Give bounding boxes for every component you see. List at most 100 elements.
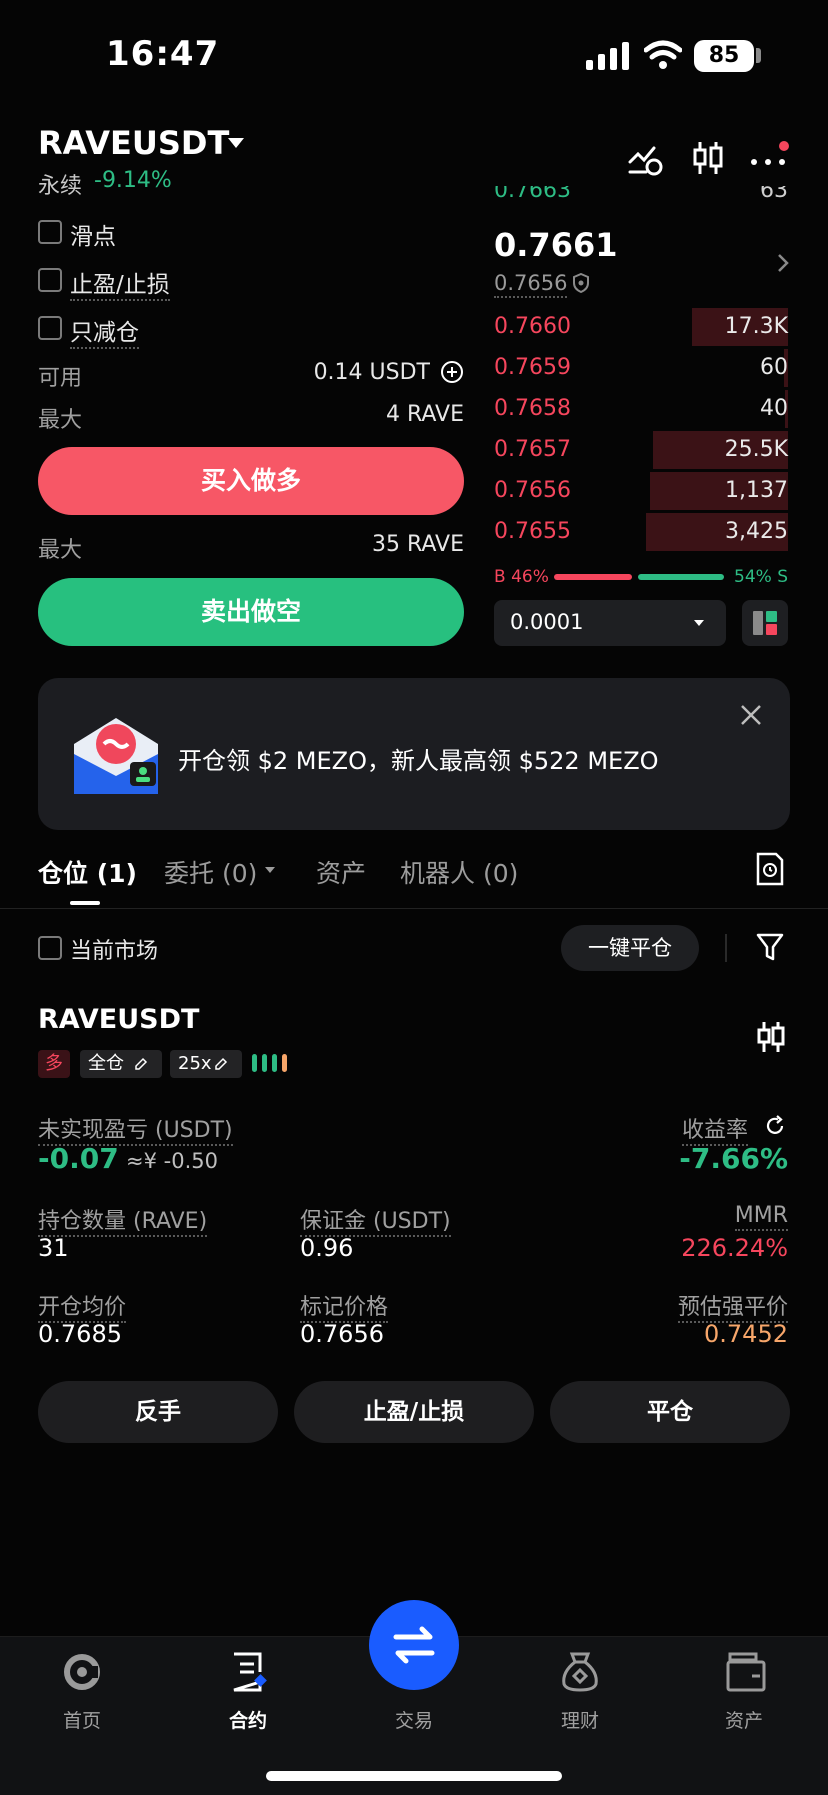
- mark-label: 标记价格: [300, 1289, 389, 1323]
- ask-qty: 1,137: [725, 478, 788, 503]
- layout-icon: [753, 611, 777, 635]
- refresh-icon[interactable]: [764, 1115, 786, 1137]
- tpsl-label-text: 止盈/止损: [70, 272, 170, 301]
- mmr-label: MMR: [734, 1203, 788, 1231]
- tab-orders[interactable]: 委托 (0): [164, 854, 257, 890]
- more-icon[interactable]: [750, 140, 794, 176]
- buy-long-button[interactable]: 买入做多: [38, 447, 464, 515]
- size-label-text: 持仓数量 (RAVE): [38, 1209, 208, 1237]
- reverse-button[interactable]: 反手: [38, 1381, 278, 1443]
- mmr-value: 226.24%: [681, 1234, 788, 1262]
- trade-button[interactable]: [369, 1600, 459, 1690]
- close-position-button[interactable]: 平仓: [550, 1381, 790, 1443]
- max-sell-label: 最大: [38, 538, 83, 563]
- max-buy-label: 最大: [38, 408, 83, 433]
- upnl-value: -0.07: [38, 1142, 119, 1175]
- earn-icon[interactable]: [558, 1650, 602, 1694]
- battery-tip: [756, 48, 761, 63]
- margin-mode-badge[interactable]: 全仓: [80, 1050, 162, 1078]
- tab-bots[interactable]: 机器人 (0): [400, 854, 518, 890]
- chevron-down-icon[interactable]: [228, 138, 244, 148]
- tab-positions[interactable]: 仓位 (1): [38, 854, 137, 890]
- tab-indicator: [70, 901, 100, 905]
- last-price: 0.7661: [494, 226, 618, 264]
- nav-assets[interactable]: 资产: [694, 1706, 794, 1733]
- entry-value: 0.7685: [38, 1320, 122, 1348]
- margin-label: 保证金 (USDT): [300, 1203, 451, 1237]
- ask-price[interactable]: 0.7655: [494, 519, 571, 544]
- ask-price[interactable]: 0.7658: [494, 396, 571, 421]
- max-buy-value: 4 RAVE: [386, 402, 464, 427]
- ask-price[interactable]: 0.7656: [494, 478, 571, 503]
- close-all-button[interactable]: 一键平仓: [561, 925, 699, 971]
- nav-futures[interactable]: 合约: [198, 1706, 298, 1733]
- nav-trade[interactable]: 交易: [364, 1706, 464, 1733]
- pair-title[interactable]: RAVEUSDT: [38, 124, 229, 162]
- price-change: -9.14%: [94, 168, 172, 193]
- chevron-right-icon[interactable]: [776, 252, 790, 274]
- ob-partial-price: 0.7663: [494, 186, 571, 202]
- available-label: 可用: [38, 366, 83, 391]
- tpsl-button[interactable]: 止盈/止损: [294, 1381, 534, 1443]
- sell-short-button[interactable]: 卖出做空: [38, 578, 464, 646]
- risk-segment: [272, 1054, 277, 1072]
- add-circle-icon[interactable]: [440, 360, 464, 384]
- entry-label: 开仓均价: [38, 1289, 127, 1323]
- order-history-icon[interactable]: [756, 852, 784, 886]
- sell-ratio: 54% S: [734, 567, 788, 587]
- candlestick-icon[interactable]: [692, 140, 724, 176]
- reduce-only-checkbox[interactable]: [38, 316, 62, 340]
- home-icon[interactable]: [60, 1650, 104, 1694]
- entry-label-text: 开仓均价: [38, 1295, 127, 1323]
- nav-earn[interactable]: 理财: [530, 1706, 630, 1733]
- position-pair[interactable]: RAVEUSDT: [38, 1004, 199, 1035]
- sell-ratio-bar: [638, 574, 724, 580]
- book-layout-button[interactable]: [742, 600, 788, 646]
- wifi-icon: [644, 40, 682, 69]
- close-icon[interactable]: [740, 704, 762, 726]
- nav-home[interactable]: 首页: [32, 1706, 132, 1733]
- filter-icon[interactable]: [756, 932, 784, 962]
- size-label: 持仓数量 (RAVE): [38, 1203, 208, 1237]
- slippage-checkbox[interactable]: [38, 220, 62, 244]
- upnl-label: 未实现盈亏 (USDT): [38, 1112, 233, 1146]
- slippage-label: 滑点: [70, 224, 116, 250]
- risk-segment: [252, 1054, 257, 1072]
- chevron-down-icon: [694, 620, 704, 626]
- tab-divider: [0, 908, 828, 909]
- buy-ratio: B 46%: [494, 567, 549, 587]
- roe-value: -7.66%: [679, 1142, 788, 1175]
- ask-price[interactable]: 0.7657: [494, 437, 571, 462]
- leverage-badge[interactable]: 25x: [170, 1050, 242, 1078]
- edit-icon: [135, 1057, 148, 1070]
- precision-select[interactable]: 0.0001: [494, 600, 726, 646]
- wallet-icon[interactable]: [724, 1650, 768, 1694]
- current-market-checkbox[interactable]: [38, 936, 62, 960]
- tpsl-label: 止盈/止损: [70, 265, 170, 301]
- signal-icon: [586, 42, 629, 70]
- mark-price: 0.7656: [494, 271, 568, 298]
- ask-qty: 40: [760, 396, 788, 421]
- ask-price[interactable]: 0.7660: [494, 314, 571, 339]
- chart-line-icon[interactable]: [628, 142, 664, 176]
- precision-value: 0.0001: [510, 610, 584, 634]
- liq-label: 预估强平价: [677, 1289, 788, 1323]
- futures-icon[interactable]: [226, 1650, 270, 1694]
- tab-assets[interactable]: 资产: [316, 854, 366, 890]
- chevron-down-icon[interactable]: [265, 867, 275, 873]
- ask-qty: 25.5K: [724, 437, 788, 462]
- tpsl-checkbox[interactable]: [38, 268, 62, 292]
- mark-value: 0.7656: [300, 1320, 384, 1348]
- reduce-only-label-text: 只减仓: [70, 320, 139, 349]
- envelope-gift-icon: [74, 718, 158, 794]
- margin-label-text: 保证金 (USDT): [300, 1209, 451, 1237]
- promo-text: 开仓领 $2 MEZO，新人最高领 $522 MEZO: [178, 747, 659, 775]
- ask-qty: 17.3K: [724, 314, 788, 339]
- candlestick-icon[interactable]: [756, 1020, 786, 1054]
- roe-label: 收益率: [681, 1112, 748, 1146]
- shield-icon: [573, 273, 589, 293]
- buy-ratio-bar: [554, 574, 632, 580]
- mmr-label-text: MMR: [734, 1203, 788, 1231]
- ask-price[interactable]: 0.7659: [494, 355, 571, 380]
- risk-segment: [282, 1054, 287, 1072]
